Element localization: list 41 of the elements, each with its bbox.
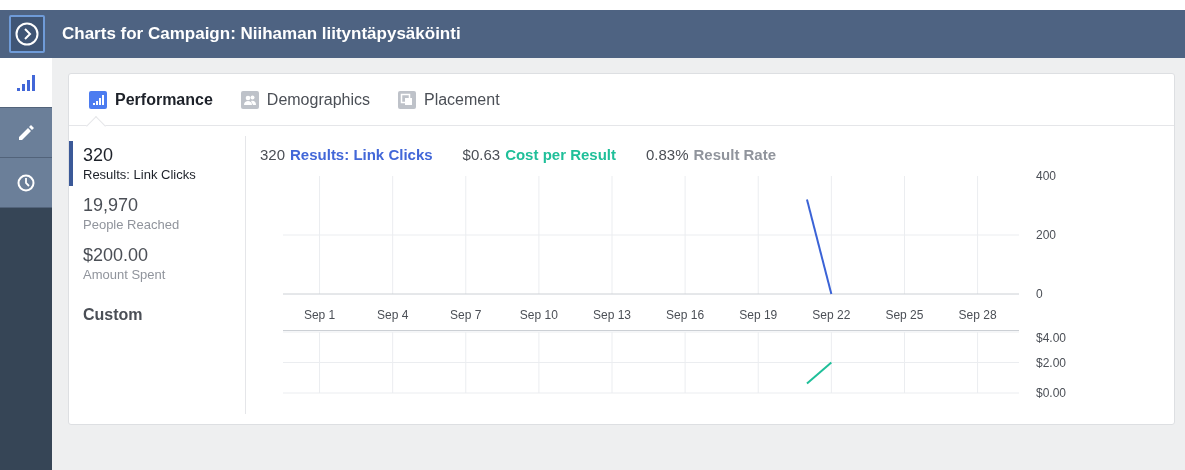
summary-value: $0.63 xyxy=(462,145,501,165)
bar-chart-icon xyxy=(16,73,36,92)
axis-label: $4.00 xyxy=(1036,331,1067,345)
sidebar-button[interactable] xyxy=(0,108,52,158)
clock-icon xyxy=(17,173,35,192)
axis-label: $2.00 xyxy=(1036,355,1067,370)
summary-label: Result Rate xyxy=(693,145,777,165)
sidebar-button[interactable] xyxy=(0,58,52,108)
axis-label: Sep 22 xyxy=(812,308,851,322)
sidebar-button[interactable] xyxy=(0,158,52,208)
axis-label: 0 xyxy=(1036,287,1043,301)
window-title: Charts for Campaign: Niihaman liityntäpysäköinti xyxy=(62,23,461,46)
axis-label: Sep 1 xyxy=(303,308,336,322)
metric-item[interactable]: 320 Results: Link Clicks xyxy=(69,141,245,186)
axis-label: Sep 4 xyxy=(377,308,409,322)
tab[interactable]: Demographics xyxy=(240,73,370,126)
expand-button[interactable] xyxy=(9,15,45,53)
tab[interactable]: Performance xyxy=(89,73,213,126)
chevron-circle-icon xyxy=(15,22,39,46)
summary-label: Cost per Result xyxy=(505,145,616,165)
summary-value: 0.83% xyxy=(646,145,689,165)
metric-item[interactable]: $200.00 Amount Spent xyxy=(69,241,245,286)
metric-item[interactable]: 19,970 People Reached xyxy=(69,191,245,236)
axis-label: Sep 13 xyxy=(593,308,632,322)
summary-value: 320 xyxy=(260,145,286,165)
summary-label: Results: Link Clicks xyxy=(290,145,433,165)
people-icon xyxy=(240,90,259,109)
axis-label: Sep 10 xyxy=(519,308,558,322)
axis-label: 400 xyxy=(1036,169,1057,183)
custom-label[interactable]: Custom xyxy=(83,303,143,327)
axis-label: Sep 16 xyxy=(666,308,705,322)
axis-label: 200 xyxy=(1036,228,1057,242)
tab[interactable]: Placement xyxy=(398,73,500,126)
axis-label: Sep 25 xyxy=(885,308,924,322)
pencil-icon xyxy=(17,123,35,142)
bar-chart-icon xyxy=(89,90,107,109)
axis-label: Sep 28 xyxy=(958,308,997,322)
axis-label: Sep 7 xyxy=(450,308,482,322)
axis-label: Sep 19 xyxy=(739,308,778,322)
squares-icon xyxy=(398,90,416,109)
axis-label: $0.00 xyxy=(1036,386,1067,400)
